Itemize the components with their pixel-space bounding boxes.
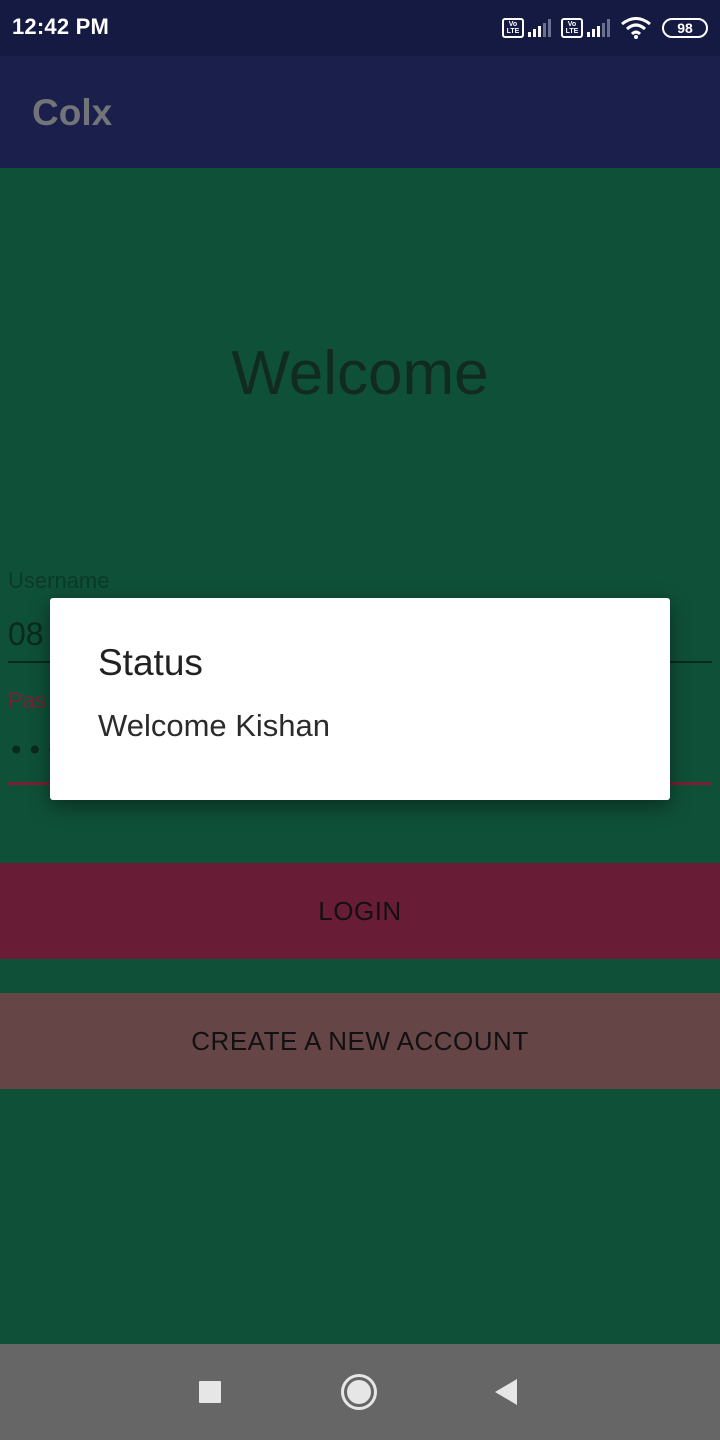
- username-label: Username: [8, 568, 110, 593]
- welcome-heading: Welcome: [231, 339, 489, 408]
- battery-icon: 98: [662, 18, 708, 38]
- square-icon: [199, 1381, 221, 1403]
- status-time: 12:42 PM: [12, 14, 109, 39]
- status-dialog[interactable]: Status Welcome Kishan: [50, 598, 670, 800]
- create-account-button[interactable]: CREATE A NEW ACCOUNT: [0, 993, 720, 1089]
- dialog-title: Status: [98, 642, 203, 683]
- status-bar: 12:42 PM Vo LTE Vo LTE 98: [0, 0, 720, 56]
- volte-icon: Vo LTE: [561, 18, 583, 38]
- triangle-back-icon: [495, 1379, 517, 1405]
- back-button[interactable]: [458, 1344, 554, 1440]
- app-title: Colx: [32, 92, 113, 133]
- circle-icon: [341, 1374, 377, 1410]
- volte-icon: Vo LTE: [502, 18, 524, 38]
- login-button[interactable]: LOGIN: [0, 863, 720, 959]
- password-label: Pas: [8, 688, 46, 713]
- dialog-message: Welcome Kishan: [98, 708, 331, 743]
- wifi-icon: [621, 17, 651, 39]
- sim2-signal: Vo LTE: [561, 18, 610, 38]
- app-bar: Colx: [0, 56, 720, 168]
- home-button[interactable]: [311, 1344, 407, 1440]
- sim1-signal: Vo LTE: [502, 18, 551, 38]
- recents-button[interactable]: [162, 1344, 258, 1440]
- signal-icon: [587, 19, 610, 37]
- navigation-bar: [0, 1344, 720, 1440]
- username-field[interactable]: 08: [8, 616, 44, 653]
- signal-icon: [528, 19, 551, 37]
- status-icons: Vo LTE Vo LTE 98: [502, 14, 708, 42]
